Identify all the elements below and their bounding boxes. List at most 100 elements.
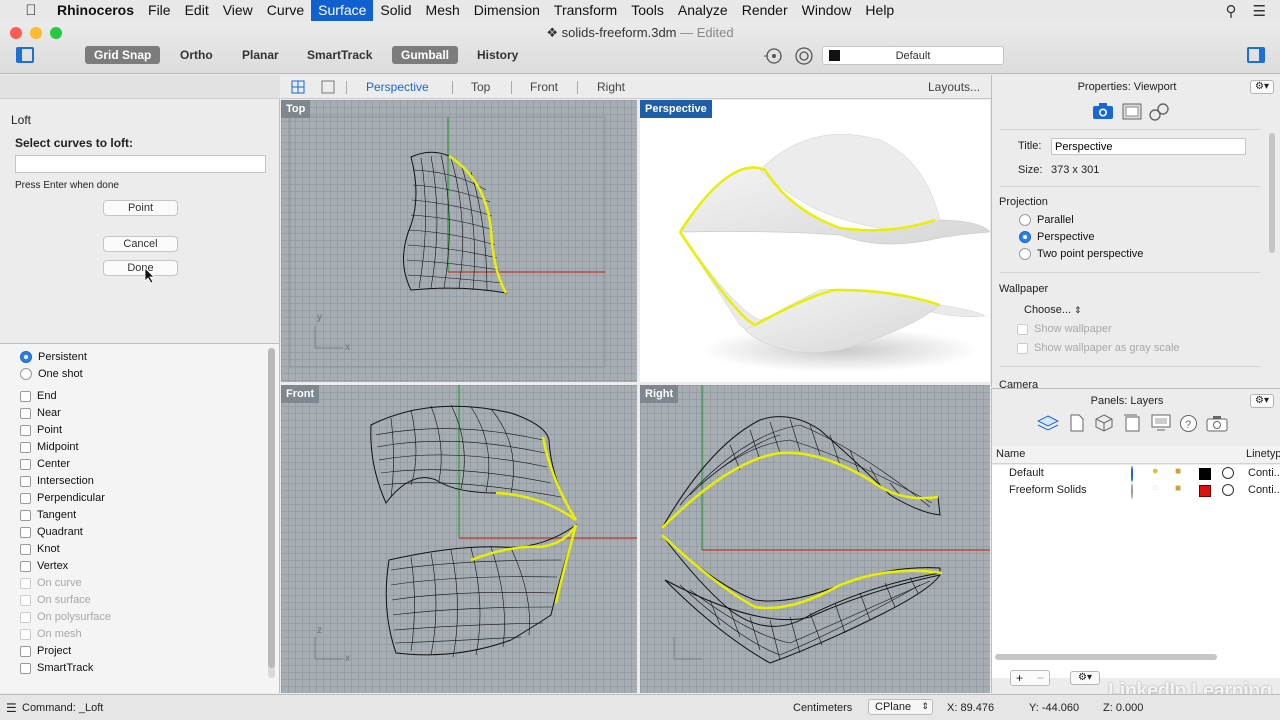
current-layer-radio[interactable] xyxy=(1131,483,1133,499)
menu-tools[interactable]: Tools xyxy=(624,0,671,21)
spotlight-search-icon[interactable]: ⚲ xyxy=(1226,2,1237,20)
ortho-toggle[interactable]: Ortho xyxy=(171,46,222,64)
command-history-icon[interactable]: ☰ xyxy=(6,701,17,715)
history-toggle[interactable]: History xyxy=(468,46,527,64)
material-icon[interactable] xyxy=(1222,484,1234,496)
radio-unselected[interactable] xyxy=(1019,214,1031,226)
column-name[interactable]: Name xyxy=(996,448,1025,460)
checkbox[interactable] xyxy=(20,492,31,504)
checkbox[interactable] xyxy=(20,390,31,402)
checkbox[interactable] xyxy=(20,611,31,623)
menu-window[interactable]: Window xyxy=(795,0,859,21)
tab-top[interactable]: Top xyxy=(471,80,490,94)
cube-icon[interactable] xyxy=(1095,414,1113,432)
osnap-item[interactable]: Intersection xyxy=(20,473,94,489)
checkbox[interactable] xyxy=(20,594,31,606)
checkbox[interactable] xyxy=(20,475,31,487)
table-row[interactable]: Default ● ■ Conti... xyxy=(992,465,1280,482)
osnap-item[interactable]: Project xyxy=(20,643,71,659)
gumball-toggle[interactable]: Gumball xyxy=(392,46,459,64)
material-icon[interactable] xyxy=(1222,467,1234,479)
osnap-item[interactable]: Vertex xyxy=(20,558,68,574)
osnap-item[interactable]: Midpoint xyxy=(20,439,79,455)
checkbox[interactable] xyxy=(20,424,31,436)
command-line[interactable]: Command: _Loft xyxy=(22,702,103,714)
radio-selected[interactable] xyxy=(20,351,32,363)
checkbox[interactable] xyxy=(20,526,31,538)
osnap-scrollbar[interactable] xyxy=(268,348,275,678)
target-icon[interactable] xyxy=(793,46,815,66)
osnap-item[interactable]: Center xyxy=(20,456,70,472)
menu-view[interactable]: View xyxy=(216,0,260,21)
apple-menu-icon[interactable]:  xyxy=(20,2,42,19)
link-icon[interactable] xyxy=(1148,102,1170,122)
checkbox[interactable] xyxy=(20,543,31,555)
checkbox[interactable] xyxy=(1017,342,1028,354)
current-layer-selector[interactable]: Default xyxy=(822,46,1004,65)
cplane-dropdown[interactable]: CPlane ⇕ xyxy=(868,699,933,715)
checkbox[interactable] xyxy=(20,407,31,419)
layer-name[interactable]: Default xyxy=(1009,467,1044,479)
osnap-item[interactable]: SmartTrack xyxy=(20,660,93,676)
checkbox[interactable] xyxy=(20,458,31,470)
menu-curve[interactable]: Curve xyxy=(260,0,311,21)
layers-options-gear-icon[interactable]: ⚙▾ xyxy=(1070,671,1100,685)
checkbox[interactable] xyxy=(20,441,31,453)
checkbox[interactable] xyxy=(1017,323,1028,335)
single-viewport-icon[interactable] xyxy=(321,80,335,94)
add-layer-button[interactable]: + xyxy=(1016,671,1023,685)
toggle-left-sidebar-icon[interactable] xyxy=(16,47,34,63)
done-button[interactable]: Done xyxy=(103,260,178,276)
viewport-label-front[interactable]: Front xyxy=(281,385,320,403)
osnap-item[interactable]: Near xyxy=(20,405,61,421)
table-row[interactable]: Freeform Solids ○ ■ Conti... xyxy=(992,482,1280,499)
planar-toggle[interactable]: Planar xyxy=(233,46,288,64)
toggle-right-sidebar-icon[interactable] xyxy=(1247,47,1265,63)
osnap-item[interactable]: On curve xyxy=(20,575,82,591)
wallpaper-choose-dropdown[interactable]: Choose... ⇕ xyxy=(1024,304,1082,316)
menu-edit[interactable]: Edit xyxy=(178,0,216,21)
four-viewport-icon[interactable] xyxy=(291,80,305,94)
layer-linetype[interactable]: Conti... xyxy=(1248,484,1280,496)
projection-two-point-radio[interactable]: Two point perspective xyxy=(1019,246,1143,262)
osnap-item[interactable]: On mesh xyxy=(20,626,82,642)
menu-dimension[interactable]: Dimension xyxy=(467,0,547,21)
layer-color-swatch[interactable] xyxy=(1199,468,1211,480)
properties-gear-icon[interactable]: ⚙▾ xyxy=(1250,80,1274,94)
lightbulb-icon[interactable]: ● xyxy=(1152,465,1159,477)
menu-app[interactable]: Rhinoceros xyxy=(50,0,141,21)
camera-icon[interactable] xyxy=(1092,102,1114,120)
wallpaper-icon[interactable] xyxy=(1122,103,1142,120)
osnap-item[interactable]: Point xyxy=(20,422,62,438)
command-input[interactable] xyxy=(15,155,266,173)
remove-layer-button[interactable]: − xyxy=(1037,671,1044,685)
render-camera-icon[interactable] xyxy=(1206,415,1228,432)
column-linetype[interactable]: Linetyp xyxy=(1246,448,1280,460)
show-gray-checkbox[interactable]: Show wallpaper as gray scale xyxy=(1017,340,1180,356)
viewport-right[interactable]: Right xyxy=(640,385,990,693)
radio-selected[interactable] xyxy=(1019,231,1031,243)
layers-stack-icon[interactable] xyxy=(1037,414,1059,432)
one-shot-radio[interactable]: One shot xyxy=(20,366,83,382)
viewport-label-right[interactable]: Right xyxy=(640,385,679,403)
tab-perspective[interactable]: Perspective xyxy=(366,80,429,94)
checkbox[interactable] xyxy=(20,645,31,657)
checkbox[interactable] xyxy=(20,577,31,589)
checkbox[interactable] xyxy=(20,560,31,572)
persistent-radio[interactable]: Persistent xyxy=(20,349,87,365)
grid-snap-toggle[interactable]: Grid Snap xyxy=(85,46,161,64)
smarttrack-toggle[interactable]: SmartTrack xyxy=(298,46,381,64)
menu-mesh[interactable]: Mesh xyxy=(419,0,467,21)
lightbulb-icon[interactable]: ○ xyxy=(1152,482,1159,494)
viewport-label-top[interactable]: Top xyxy=(281,100,311,118)
block-icon[interactable] xyxy=(1123,414,1141,432)
title-field[interactable] xyxy=(1051,138,1246,155)
current-layer-radio[interactable] xyxy=(1131,466,1133,482)
projection-parallel-radio[interactable]: Parallel xyxy=(1019,212,1074,228)
osnap-item[interactable]: On surface xyxy=(20,592,91,608)
show-wallpaper-checkbox[interactable]: Show wallpaper xyxy=(1017,321,1112,337)
radio-unselected[interactable] xyxy=(20,368,32,380)
checkbox[interactable] xyxy=(20,662,31,674)
help-icon[interactable]: ? xyxy=(1179,414,1198,433)
osnap-item[interactable]: Quadrant xyxy=(20,524,83,540)
